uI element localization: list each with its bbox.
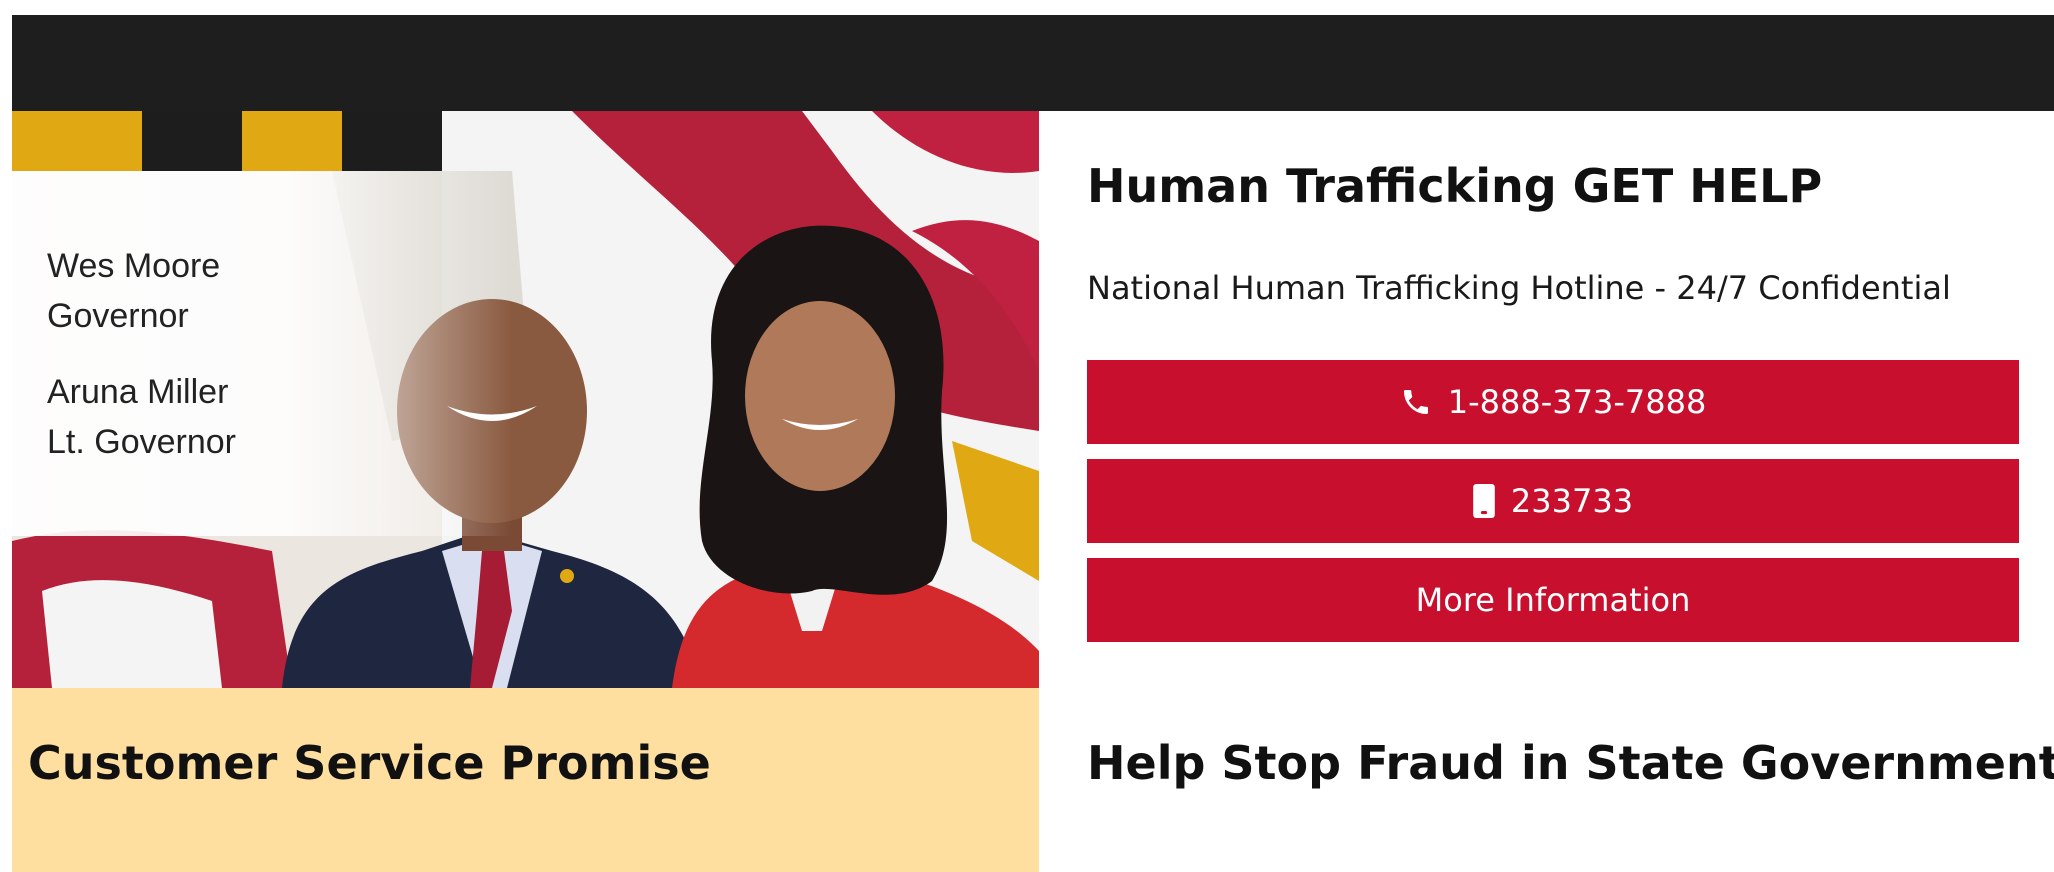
phone-icon — [1400, 386, 1432, 418]
page: Wes Moore Governor Aruna Miller Lt. Gove… — [0, 0, 2054, 872]
lt-governor-face — [745, 301, 895, 491]
customer-service-promise-panel[interactable]: Customer Service Promise — [12, 688, 1039, 872]
governor-title: Governor — [47, 297, 189, 335]
lt-governor-title: Lt. Governor — [47, 423, 236, 461]
hero-names: Wes Moore Governor Aruna Miller Lt. Gove… — [47, 241, 236, 467]
text-hotline-button[interactable]: 233733 — [1087, 459, 2019, 543]
stop-fraud-title[interactable]: Help Stop Fraud in State Government — [1087, 736, 2054, 790]
call-hotline-label: 1-888-373-7888 — [1447, 383, 1707, 421]
text-hotline-label: 233733 — [1510, 482, 1634, 520]
more-information-label: More Information — [1415, 581, 1691, 619]
mobile-phone-icon — [1473, 484, 1495, 518]
call-hotline-button[interactable]: 1-888-373-7888 — [1087, 360, 2019, 444]
governor-name: Wes Moore — [47, 247, 221, 285]
leadership-hero-banner[interactable]: Wes Moore Governor Aruna Miller Lt. Gove… — [12, 111, 1039, 688]
hotline-description: National Human Trafficking Hotline - 24/… — [1087, 269, 1951, 307]
top-navigation-bar — [12, 15, 2054, 111]
human-trafficking-title: Human Trafficking GET HELP — [1087, 159, 1823, 213]
customer-service-promise-title[interactable]: Customer Service Promise — [28, 736, 711, 790]
lt-governor-name: Aruna Miller — [47, 373, 229, 411]
more-information-button[interactable]: More Information — [1087, 558, 2019, 642]
